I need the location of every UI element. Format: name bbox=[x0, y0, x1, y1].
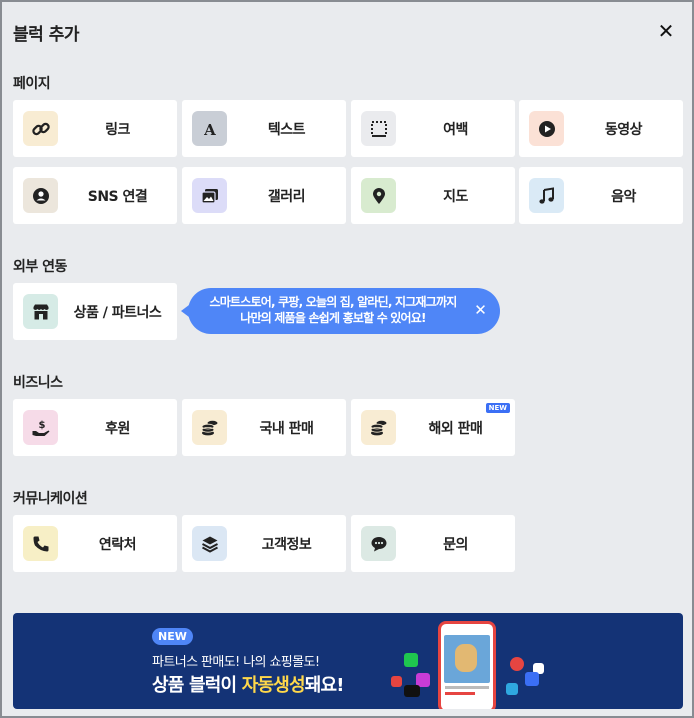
promo-banner[interactable]: NEW 파트너스 판매도! 나의 쇼핑몰도! 상품 블럭이 자동생성돼요! bbox=[13, 613, 683, 709]
map-pin-icon bbox=[361, 178, 396, 213]
add-block-panel: 블럭 추가 ✕ 페이지 링크 A 텍스트 여백 동영상 SNS 연결 갤러리 지… bbox=[0, 0, 694, 718]
block-label: 음악 bbox=[611, 188, 636, 205]
block-label: SNS 연결 bbox=[87, 188, 148, 205]
video-icon bbox=[529, 111, 564, 146]
text-icon: A bbox=[192, 111, 227, 146]
block-label: 링크 bbox=[105, 121, 130, 138]
banner-new-badge: NEW bbox=[152, 628, 193, 645]
block-overseas-sales-button[interactable]: 해외 판매 NEW bbox=[351, 399, 515, 456]
block-product-partners-button[interactable]: 상품 / 파트너스 bbox=[13, 283, 177, 340]
block-label: 텍스트 bbox=[267, 121, 306, 138]
app-logo-icon bbox=[510, 657, 524, 671]
block-label: 고객정보 bbox=[261, 536, 312, 553]
block-music-button[interactable]: 음악 bbox=[519, 167, 683, 224]
block-link-button[interactable]: 링크 bbox=[13, 100, 177, 157]
new-badge: NEW bbox=[485, 403, 510, 413]
block-customer-info-button[interactable]: 고객정보 bbox=[182, 515, 346, 572]
tooltip-close-icon[interactable]: ✕ bbox=[474, 301, 487, 319]
banner-line-2-suffix: 돼요! bbox=[304, 675, 345, 696]
block-contact-button[interactable]: 연락처 bbox=[13, 515, 177, 572]
block-label: 문의 bbox=[443, 536, 468, 553]
link-icon bbox=[23, 111, 58, 146]
block-donation-button[interactable]: $ 후원 bbox=[13, 399, 177, 456]
music-icon bbox=[529, 178, 564, 213]
section-title-page: 페이지 bbox=[13, 76, 51, 92]
block-map-button[interactable]: 지도 bbox=[351, 167, 515, 224]
chat-bubble-icon bbox=[361, 526, 396, 561]
section-title-external: 외부 연동 bbox=[13, 259, 67, 275]
phone-illustration bbox=[438, 621, 496, 709]
store-icon bbox=[23, 294, 58, 329]
close-icon[interactable]: ✕ bbox=[654, 19, 678, 43]
svg-text:$: $ bbox=[38, 420, 45, 431]
app-logo-icon bbox=[391, 676, 402, 687]
banner-line-2: 상품 블럭이 자동생성돼요! bbox=[152, 671, 345, 697]
banner-highlight: 자동생성 bbox=[241, 675, 306, 696]
block-label: 국내 판매 bbox=[259, 420, 314, 437]
block-label: 여백 bbox=[443, 121, 468, 138]
panel-header: 블럭 추가 ✕ bbox=[13, 19, 678, 46]
panel-title: 블럭 추가 bbox=[13, 25, 79, 45]
banner-line-1: 파트너스 판매도! 나의 쇼핑몰도! bbox=[152, 655, 320, 670]
block-label: 갤러리 bbox=[267, 188, 306, 205]
block-label: 지도 bbox=[443, 188, 468, 205]
profile-icon bbox=[23, 178, 58, 213]
block-label: 후원 bbox=[105, 420, 130, 437]
block-text-button[interactable]: A 텍스트 bbox=[182, 100, 346, 157]
app-logo-icon bbox=[506, 683, 518, 695]
app-logo-icon bbox=[404, 653, 418, 667]
block-video-button[interactable]: 동영상 bbox=[519, 100, 683, 157]
block-label: 동영상 bbox=[604, 121, 643, 138]
banner-line-2-prefix: 상품 블럭이 bbox=[152, 675, 242, 696]
layers-icon bbox=[192, 526, 227, 561]
app-logo-icon bbox=[525, 672, 539, 686]
block-label: 연락처 bbox=[98, 536, 137, 553]
donation-icon: $ bbox=[23, 410, 58, 445]
spacer-icon bbox=[361, 111, 396, 146]
svg-text:A: A bbox=[203, 121, 216, 139]
section-title-business: 비즈니스 bbox=[13, 375, 63, 391]
section-title-communication: 커뮤니케이션 bbox=[13, 491, 88, 507]
block-gallery-button[interactable]: 갤러리 bbox=[182, 167, 346, 224]
tooltip-line-1: 스마트스토어, 쿠팡, 오늘의 집, 알라딘, 지그재그까지 bbox=[209, 295, 458, 309]
partners-tooltip: 스마트스토어, 쿠팡, 오늘의 집, 알라딘, 지그재그까지 나만의 제품을 손… bbox=[181, 288, 500, 334]
block-label: 상품 / 파트너스 bbox=[73, 304, 162, 321]
gallery-icon bbox=[192, 178, 227, 213]
tooltip-line-2: 나만의 제품을 손쉽게 홍보할 수 있어요! bbox=[240, 311, 426, 325]
block-spacer-button[interactable]: 여백 bbox=[351, 100, 515, 157]
phone-icon bbox=[23, 526, 58, 561]
coins-icon bbox=[361, 410, 396, 445]
block-inquiry-button[interactable]: 문의 bbox=[351, 515, 515, 572]
block-sns-button[interactable]: SNS 연결 bbox=[13, 167, 177, 224]
app-logo-icon bbox=[404, 685, 420, 697]
block-domestic-sales-button[interactable]: 국내 판매 bbox=[182, 399, 346, 456]
coins-icon bbox=[192, 410, 227, 445]
